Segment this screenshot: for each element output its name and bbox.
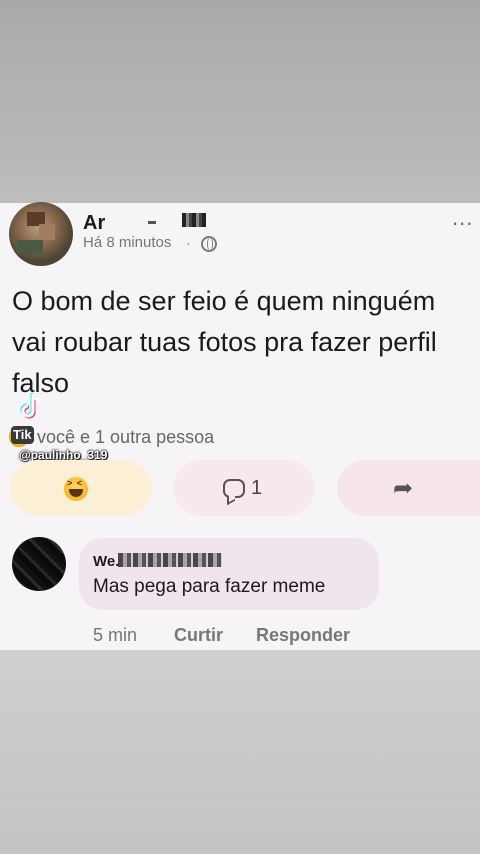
more-options-icon[interactable]: ... — [452, 207, 473, 229]
reactions-summary[interactable]: você e 1 outra pessoa — [37, 427, 214, 448]
blurred-name-part — [148, 221, 156, 224]
haha-emoji-icon — [64, 477, 88, 501]
post-body: O bom de ser feio é quem ninguém vai rou… — [12, 286, 437, 398]
tiktok-badge: Tik — [11, 426, 34, 444]
comment-reply-button[interactable]: Responder — [256, 625, 350, 646]
tiktok-logo-icon — [19, 392, 47, 422]
blurred-name-part — [118, 553, 222, 567]
author-name[interactable]: Ar — [83, 212, 105, 235]
commenter-name[interactable]: We. — [93, 553, 119, 570]
comment-count: 1 — [251, 477, 263, 499]
globe-icon — [201, 236, 217, 252]
post-timestamp[interactable]: Há 8 minutos — [83, 234, 171, 251]
commenter-avatar[interactable] — [12, 537, 66, 591]
comment-text: Mas pega para fazer meme — [93, 576, 326, 597]
comment-time: 5 min — [93, 625, 138, 645]
blurred-name-part — [182, 213, 206, 227]
separator-dot: · — [186, 235, 191, 251]
comment-like-button[interactable]: Curtir — [174, 625, 223, 646]
comment-bubble — [79, 538, 379, 610]
author-avatar[interactable] — [9, 202, 73, 266]
comment-icon — [223, 479, 245, 498]
share-arrow-icon: ➦ — [393, 475, 414, 502]
